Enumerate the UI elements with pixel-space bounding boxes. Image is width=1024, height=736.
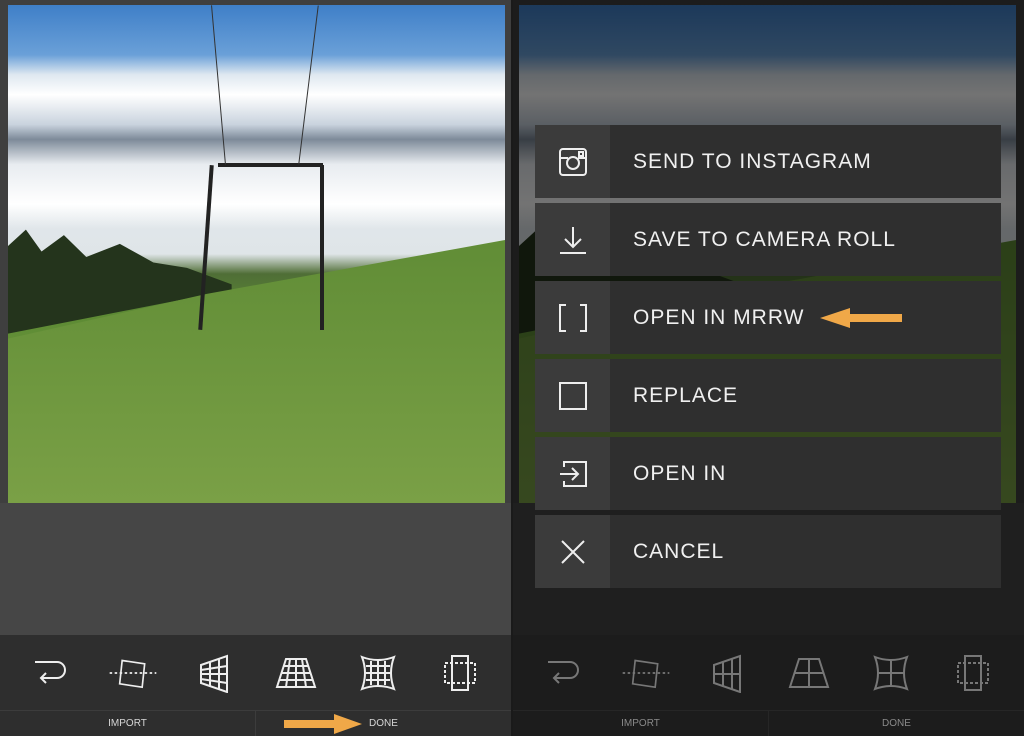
menu-item-cancel[interactable]: CANCEL [535,515,1001,588]
menu-item-open-in-mrrw[interactable]: OPEN IN MRRW [535,281,1001,354]
export-panel: IMPORT DONE SEND TO INSTAGRAM SAVE TO CA… [513,0,1024,736]
straighten-icon [621,651,671,695]
menu-item-save-to-camera-roll[interactable]: SAVE TO CAMERA ROLL [535,203,1001,276]
done-button[interactable]: DONE [255,711,511,736]
tool-bar [0,635,511,710]
distortion-icon [866,651,916,695]
distortion-icon[interactable] [353,651,403,695]
crop-ratio-icon[interactable] [435,651,485,695]
highlight-arrow-icon [284,714,362,734]
import-button[interactable]: IMPORT [0,711,255,736]
vertical-perspective-icon [703,651,753,695]
menu-item-open-in[interactable]: OPEN IN [535,437,1001,510]
undo-icon [539,651,589,695]
brackets-icon [535,281,610,354]
menu-item-replace[interactable]: REPLACE [535,359,1001,432]
menu-item-send-to-instagram[interactable]: SEND TO INSTAGRAM [535,125,1001,198]
done-button: DONE [768,711,1024,736]
square-icon [535,359,610,432]
share-menu: SEND TO INSTAGRAM SAVE TO CAMERA ROLL OP… [535,125,1001,593]
open-in-icon [535,437,610,510]
close-icon [535,515,610,588]
photo-preview [8,5,505,503]
undo-icon[interactable] [26,651,76,695]
highlight-arrow-icon [820,307,903,328]
import-button: IMPORT [621,718,660,729]
download-icon [535,203,610,276]
horizontal-perspective-icon [784,651,834,695]
instagram-icon [535,125,610,198]
horizontal-perspective-icon[interactable] [271,651,321,695]
vertical-perspective-icon[interactable] [190,651,240,695]
crop-ratio-icon [948,651,998,695]
straighten-icon[interactable] [108,651,158,695]
editor-panel: IMPORT DONE [0,0,511,736]
